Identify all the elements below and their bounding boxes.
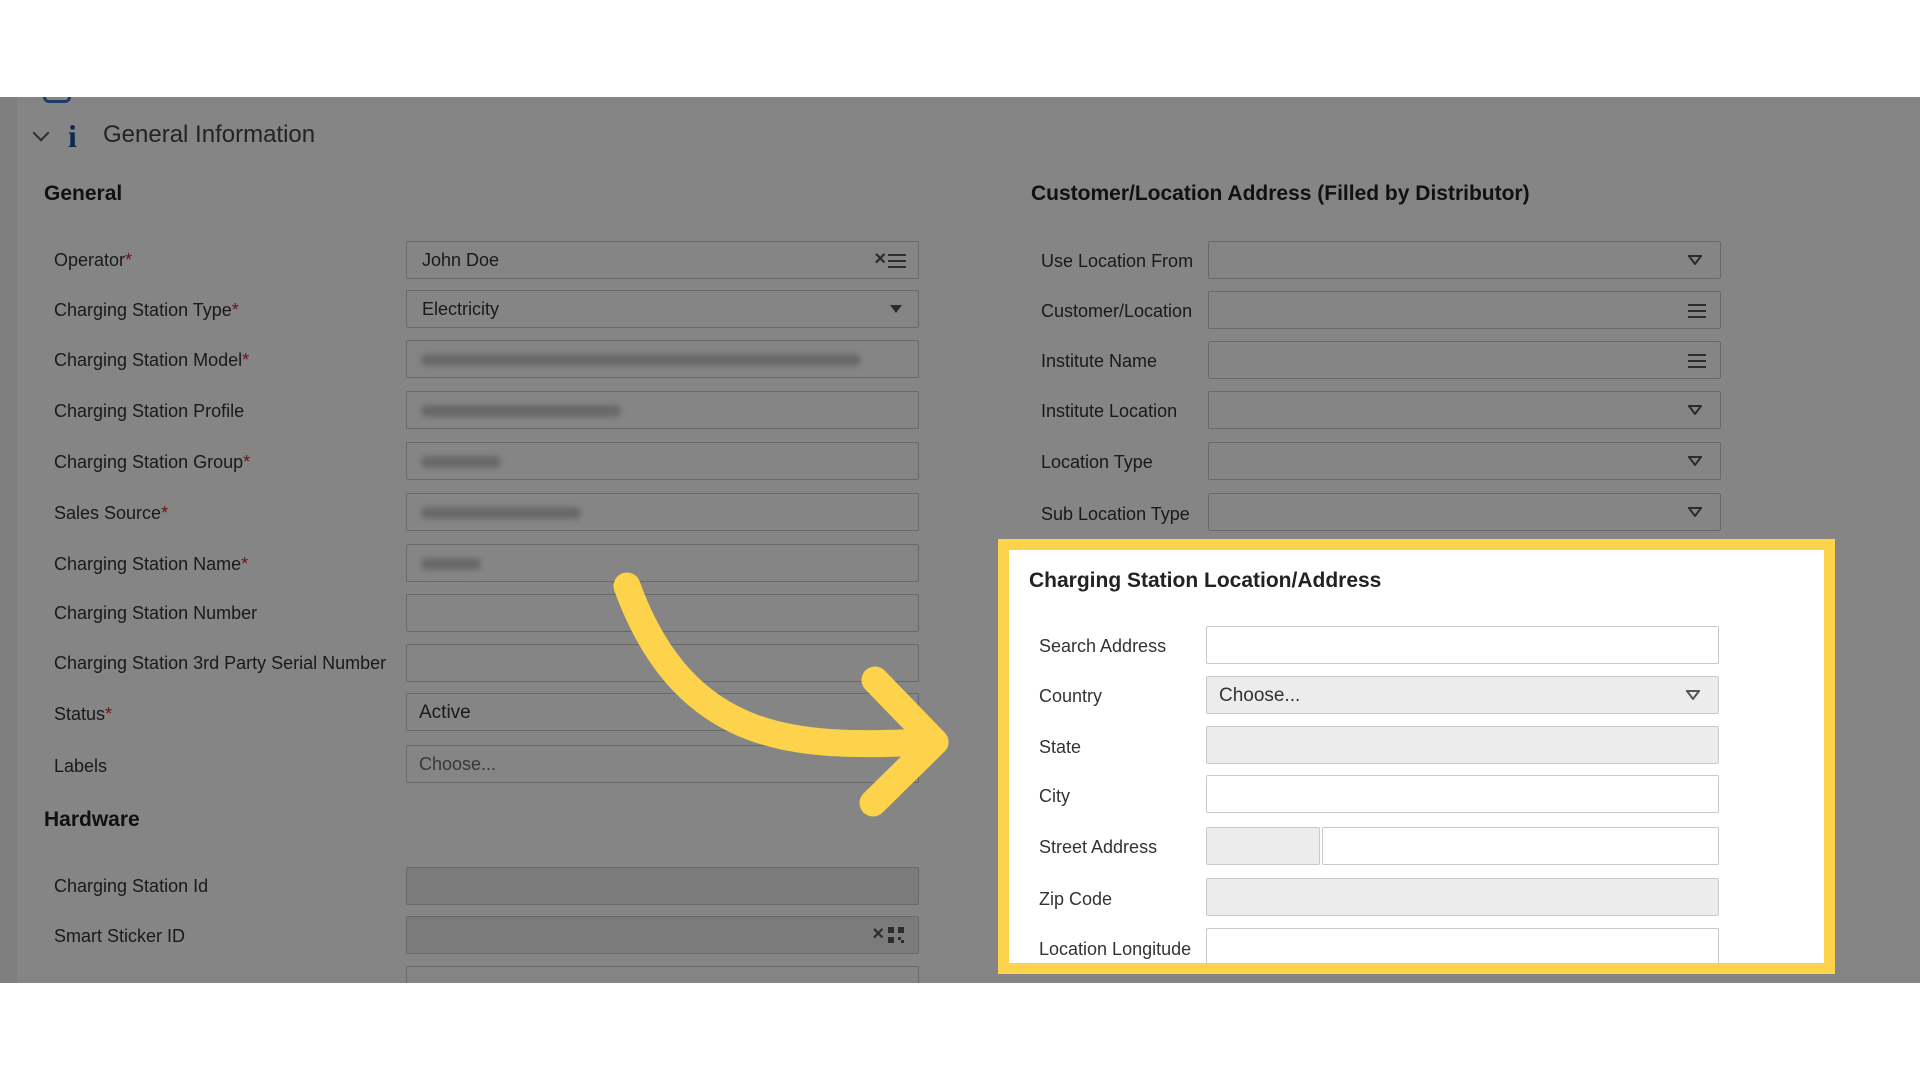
stage: i General Information General Operator* …: [0, 0, 1920, 1080]
pointer-arrow-icon: [613, 572, 949, 817]
